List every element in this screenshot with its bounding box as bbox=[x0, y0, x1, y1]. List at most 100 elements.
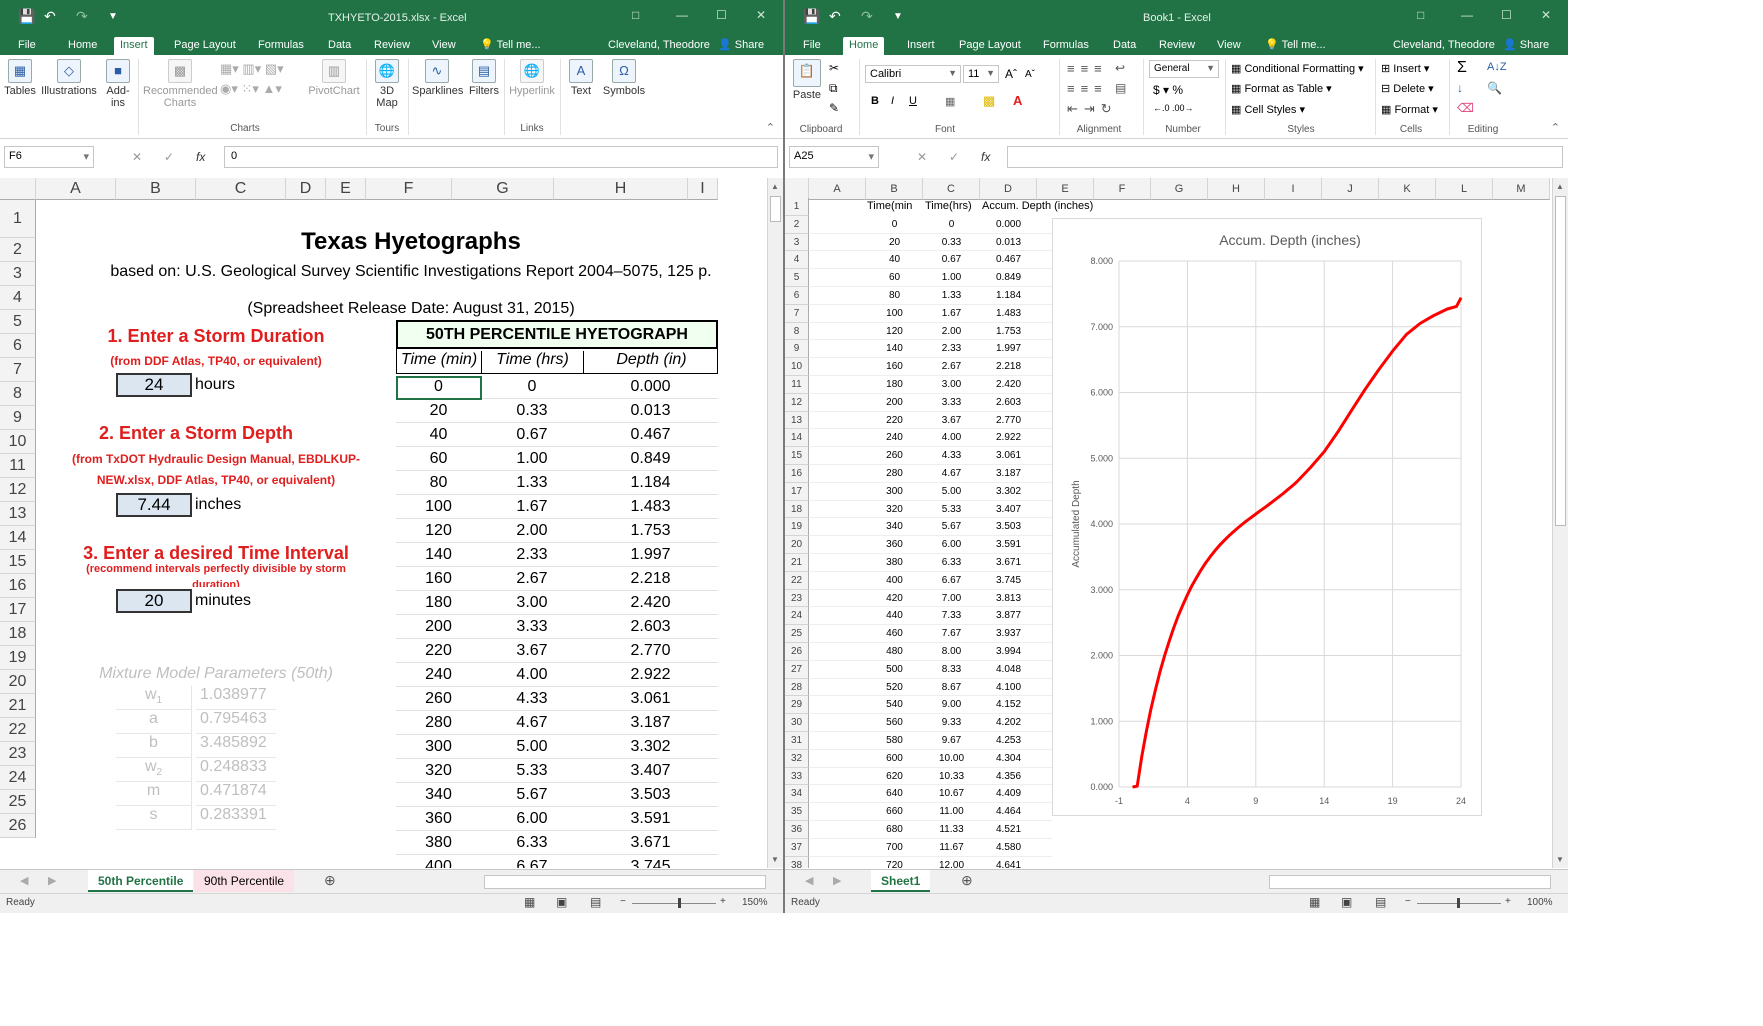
cell-time-hrs[interactable]: 11.67 bbox=[923, 842, 980, 853]
collapse-ribbon-icon[interactable]: ⌃ bbox=[1551, 121, 1560, 134]
column-header[interactable]: A bbox=[809, 178, 866, 200]
cell-time-min[interactable]: 480 bbox=[866, 646, 923, 657]
decimal-icons[interactable]: ←.0 .00→ bbox=[1153, 103, 1194, 113]
sheet-tab-sheet1[interactable]: Sheet1 bbox=[871, 870, 931, 892]
cell-time-min[interactable]: 360 bbox=[866, 539, 923, 550]
cell-time-min[interactable]: 200 bbox=[866, 397, 923, 408]
pivotchart-button[interactable]: ▥ PivotChart bbox=[304, 59, 364, 97]
cell-time-min[interactable]: 60 bbox=[396, 450, 481, 468]
row-header[interactable]: 31 bbox=[785, 732, 809, 750]
row-header[interactable]: 37 bbox=[785, 838, 809, 857]
zoom-level[interactable]: 150% bbox=[742, 897, 768, 908]
tab-file[interactable]: File bbox=[12, 37, 42, 55]
cell-time-min[interactable]: 0 bbox=[866, 219, 923, 230]
cell-depth-in[interactable]: 1.184 bbox=[583, 474, 718, 492]
row-header[interactable]: 19 bbox=[0, 646, 36, 670]
maximize-icon[interactable]: ☐ bbox=[1501, 8, 1512, 22]
worksheet-grid[interactable]: ABCDEFGHI 1 2 3 4 5 6 7 8 9 10 11 12 13 14 15 16 17 18 19 2… bbox=[0, 178, 783, 868]
cell-time-min[interactable]: 40 bbox=[396, 426, 481, 444]
cell-time-min[interactable]: 360 bbox=[396, 810, 481, 828]
cell-time-hrs[interactable]: 0 bbox=[923, 219, 980, 230]
row-header[interactable]: 30 bbox=[785, 714, 809, 732]
header-accum-depth[interactable]: Accum. Depth (inches) bbox=[982, 200, 1093, 212]
cell-time-min[interactable]: 220 bbox=[396, 642, 481, 660]
font-name-select[interactable]: Calibri ▼ bbox=[865, 65, 961, 83]
row-header[interactable]: 27 bbox=[785, 660, 809, 679]
row-header[interactable]: 21 bbox=[785, 554, 809, 572]
cell-accum-depth[interactable]: 0.000 bbox=[980, 219, 1037, 230]
cell-time-hrs[interactable]: 0.67 bbox=[481, 426, 583, 444]
row-header[interactable]: 11 bbox=[0, 454, 36, 478]
zoom-slider-thumb[interactable] bbox=[1457, 898, 1460, 908]
cell-time-min[interactable]: 240 bbox=[396, 666, 481, 684]
copy-icon[interactable]: ⧉ bbox=[829, 81, 838, 96]
worksheet-grid[interactable]: ABCDEFGHIJKLM 1 2 3 4 5 6 7 8 9 10 11 12 13 14 15 16 17 1… bbox=[785, 178, 1568, 868]
row-header[interactable]: 26 bbox=[0, 814, 36, 838]
row-header[interactable]: 7 bbox=[785, 304, 809, 323]
row-header[interactable]: 25 bbox=[0, 790, 36, 814]
cell-accum-depth[interactable]: 3.813 bbox=[980, 593, 1037, 604]
cell-accum-depth[interactable]: 4.464 bbox=[980, 806, 1037, 817]
row-header[interactable]: 13 bbox=[0, 502, 36, 526]
insert-cells-button[interactable]: ⊞ Insert ▾ bbox=[1381, 62, 1429, 75]
cell-time-min[interactable]: 80 bbox=[396, 474, 481, 492]
row-header[interactable]: 29 bbox=[785, 696, 809, 715]
redo-icon[interactable]: ↷ bbox=[861, 8, 873, 25]
header-time-hrs[interactable]: Time(hrs) bbox=[925, 200, 972, 212]
cell-time-hrs[interactable]: 3.67 bbox=[923, 415, 980, 426]
sheet-tab-50th[interactable]: 50th Percentile bbox=[88, 870, 194, 892]
cell-accum-depth[interactable]: 2.770 bbox=[980, 415, 1037, 426]
column-header[interactable]: E bbox=[326, 178, 366, 200]
column-header[interactable]: G bbox=[452, 178, 554, 200]
row-header[interactable]: 32 bbox=[785, 749, 809, 768]
row-header[interactable]: 24 bbox=[0, 766, 36, 790]
cell-time-hrs[interactable]: 0 bbox=[481, 378, 583, 396]
tab-home[interactable]: Home bbox=[62, 37, 103, 55]
cell-time-hrs[interactable]: 1.67 bbox=[481, 498, 583, 516]
column-header[interactable]: D bbox=[286, 178, 326, 200]
cell-accum-depth[interactable]: 4.048 bbox=[980, 664, 1037, 675]
cell-time-hrs[interactable]: 10.67 bbox=[923, 788, 980, 799]
undo-icon[interactable]: ↶ bbox=[44, 8, 56, 25]
chart-type-buttons[interactable]: ▦▾ ▥▾ ▧▾ ◉▾ ⁙▾ ▲▾ bbox=[220, 59, 300, 99]
cell-accum-depth[interactable]: 1.753 bbox=[980, 326, 1037, 337]
tab-review[interactable]: Review bbox=[1153, 37, 1201, 55]
cell-time-hrs[interactable]: 8.33 bbox=[923, 664, 980, 675]
cell-time-min[interactable]: 520 bbox=[866, 682, 923, 693]
column-header[interactable]: G bbox=[1151, 178, 1208, 200]
sparklines-button[interactable]: ∿ Sparklines bbox=[412, 59, 463, 97]
row-header[interactable]: 22 bbox=[785, 571, 809, 590]
cell-time-hrs[interactable]: 4.33 bbox=[923, 450, 980, 461]
name-box[interactable]: A25 ▾ bbox=[789, 146, 879, 168]
page-break-view-icon[interactable]: ▤ bbox=[590, 895, 601, 909]
clear-icon[interactable]: ⌫ bbox=[1457, 101, 1474, 115]
cell-time-min[interactable]: 120 bbox=[396, 522, 481, 540]
cell-depth-in[interactable]: 3.302 bbox=[583, 738, 718, 756]
zoom-slider-thumb[interactable] bbox=[678, 898, 681, 908]
cell-time-min[interactable]: 340 bbox=[396, 786, 481, 804]
cell-time-hrs[interactable]: 5.00 bbox=[481, 738, 583, 756]
cell-time-hrs[interactable]: 9.33 bbox=[923, 717, 980, 728]
row-header[interactable]: 6 bbox=[785, 287, 809, 305]
cell-time-hrs[interactable]: 4.00 bbox=[923, 432, 980, 443]
normal-view-icon[interactable]: ▦ bbox=[524, 895, 535, 909]
tell-me-box[interactable]: 💡 Tell me... bbox=[1259, 37, 1332, 55]
bold-icon[interactable]: B bbox=[871, 95, 879, 107]
cell-accum-depth[interactable]: 3.187 bbox=[980, 468, 1037, 479]
enter-icon[interactable]: ✓ bbox=[949, 150, 959, 164]
scroll-up-icon[interactable]: ▲ bbox=[1556, 182, 1564, 191]
cell-time-min[interactable]: 280 bbox=[866, 468, 923, 479]
cell-time-hrs[interactable]: 1.33 bbox=[923, 290, 980, 301]
cell-time-hrs[interactable]: 9.67 bbox=[923, 735, 980, 746]
cell-time-hrs[interactable]: 11.00 bbox=[923, 806, 980, 817]
cell-time-min[interactable]: 440 bbox=[866, 610, 923, 621]
cell-time-min[interactable]: 40 bbox=[866, 254, 923, 265]
cell-depth-in[interactable]: 0.467 bbox=[583, 426, 718, 444]
name-box[interactable]: F6 ▾ bbox=[4, 146, 94, 168]
column-header[interactable]: L bbox=[1436, 178, 1493, 200]
cell-time-min[interactable]: 280 bbox=[396, 714, 481, 732]
tab-data[interactable]: Data bbox=[1107, 37, 1142, 55]
row-header[interactable]: 18 bbox=[785, 500, 809, 519]
column-header[interactable]: F bbox=[1094, 178, 1151, 200]
row-header[interactable]: 20 bbox=[785, 536, 809, 554]
